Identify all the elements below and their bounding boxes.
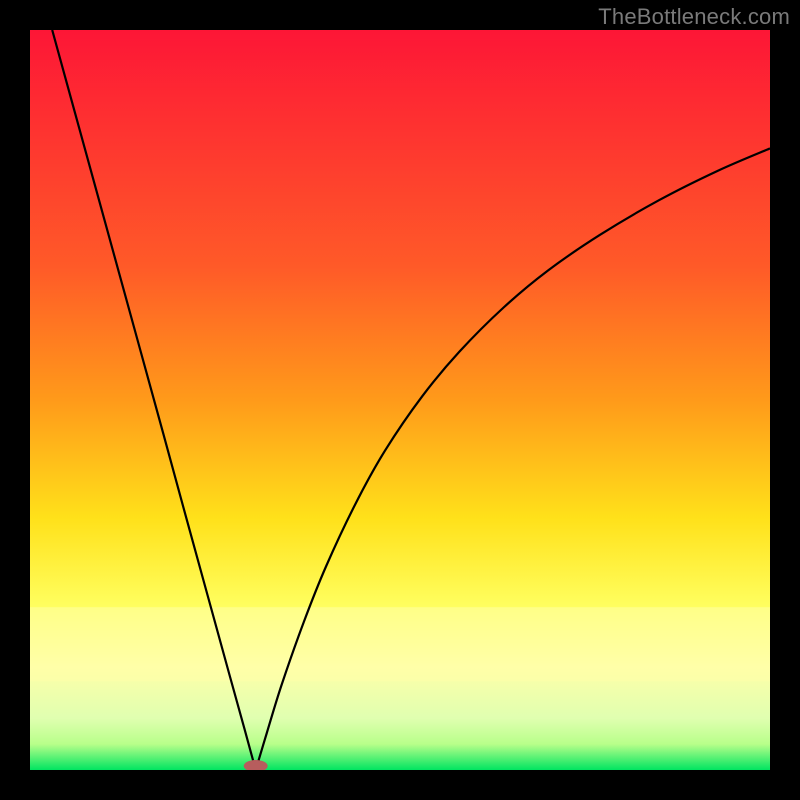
chart-frame: TheBottleneck.com (0, 0, 800, 800)
plot-area (30, 30, 770, 770)
watermark-text: TheBottleneck.com (598, 4, 790, 30)
bottleneck-chart (30, 30, 770, 770)
yellow-band (30, 607, 770, 681)
